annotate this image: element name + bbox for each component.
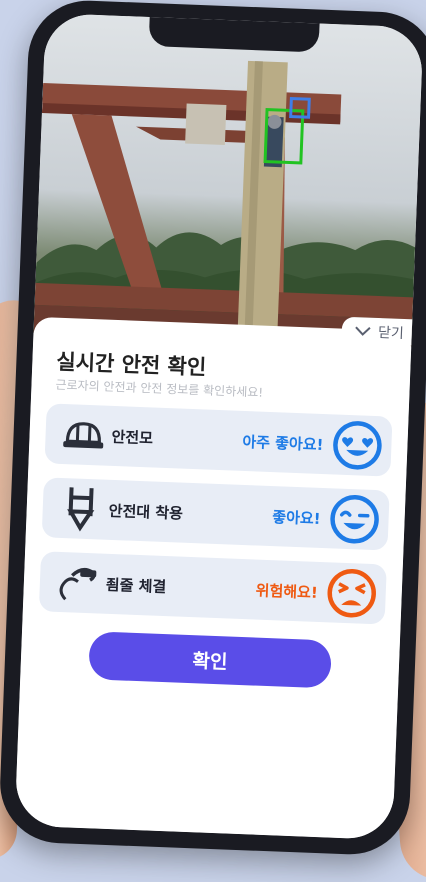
phone-screen: 닫기 실시간 안전 확인 근로자의 안전과 안전 정보를 확인하세요! 안전모 … bbox=[15, 13, 424, 840]
safety-check-sheet: 닫기 실시간 안전 확인 근로자의 안전과 안전 정보를 확인하세요! 안전모 … bbox=[15, 317, 412, 840]
heart-eyes-icon bbox=[330, 418, 384, 472]
check-status: 좋아요! bbox=[272, 506, 321, 529]
wink-icon bbox=[328, 492, 382, 546]
check-status: 아주 좋아요! bbox=[242, 430, 324, 454]
check-card-harness: 안전대 착용 좋아요! bbox=[42, 477, 390, 550]
check-label: 죔줄 체결 bbox=[106, 573, 167, 596]
check-card-helmet: 안전모 아주 좋아요! bbox=[44, 403, 392, 476]
hardhat-icon bbox=[59, 410, 109, 460]
angry-icon bbox=[325, 566, 379, 620]
construction-scene bbox=[33, 13, 423, 347]
close-button[interactable]: 닫기 bbox=[342, 317, 415, 346]
check-status: 위험해요! bbox=[255, 579, 318, 602]
sheet-subtitle: 근로자의 안전과 안전 정보를 확인하세요! bbox=[55, 376, 263, 401]
chevron-down-icon bbox=[354, 325, 372, 338]
phone-frame: 닫기 실시간 안전 확인 근로자의 안전과 안전 정보를 확인하세요! 안전모 … bbox=[0, 0, 426, 857]
lanyard-hook-icon bbox=[53, 558, 103, 608]
harness-icon bbox=[56, 484, 106, 534]
check-label: 안전모 bbox=[111, 425, 153, 448]
check-card-lanyard: 죔줄 체결 위험해요! bbox=[39, 551, 387, 624]
check-label: 안전대 착용 bbox=[108, 499, 183, 523]
camera-feed bbox=[33, 13, 423, 347]
close-label: 닫기 bbox=[378, 322, 405, 343]
confirm-button[interactable]: 확인 bbox=[88, 631, 332, 688]
